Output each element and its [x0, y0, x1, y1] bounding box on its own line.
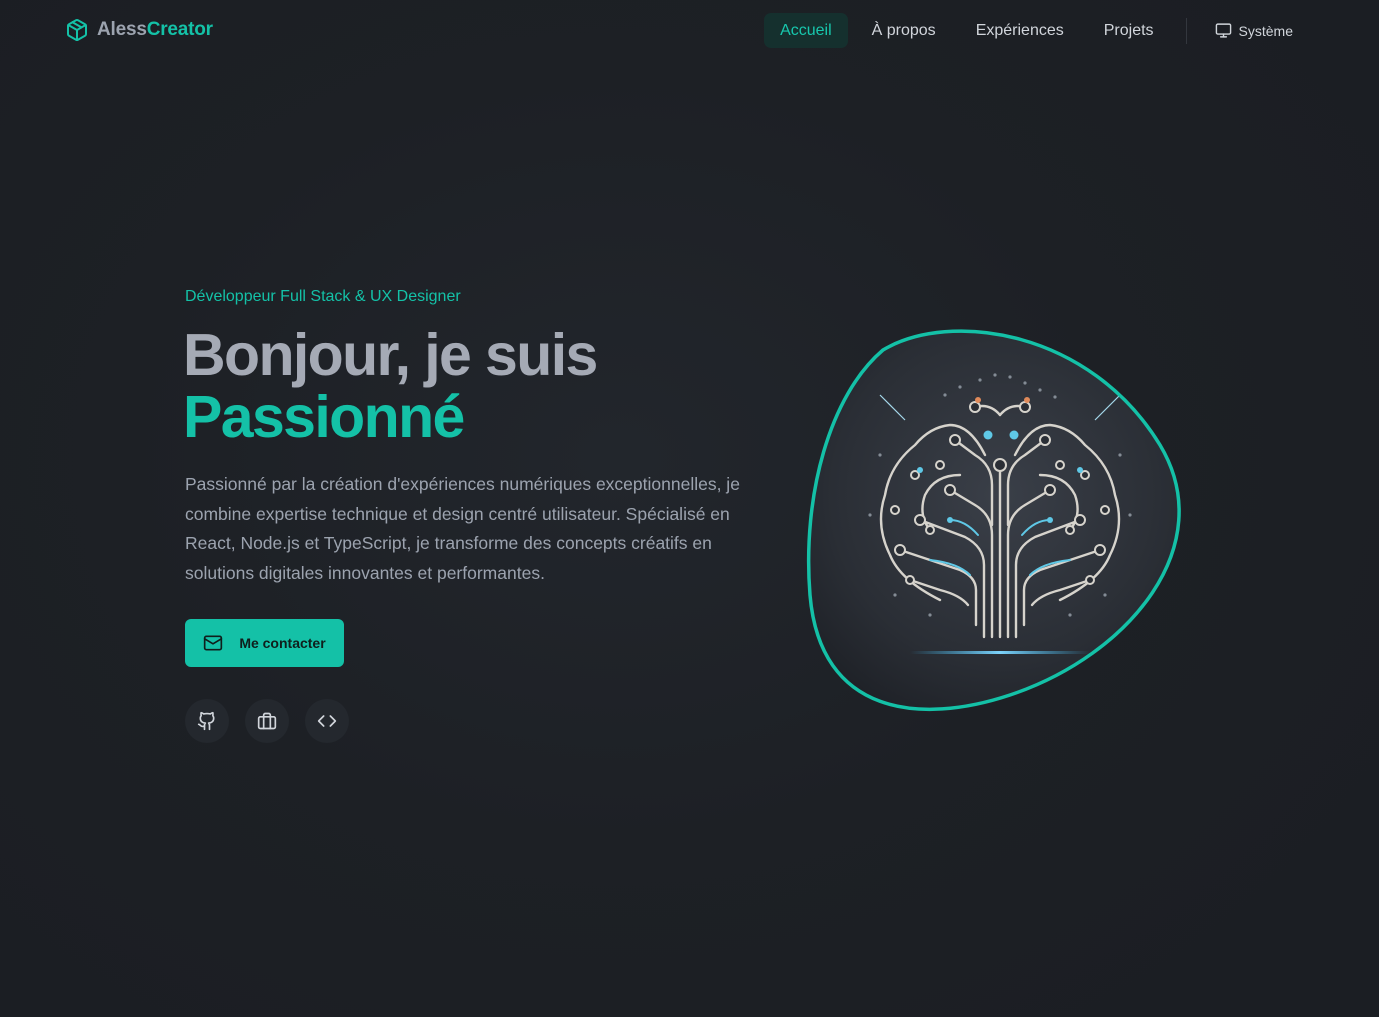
brand-logo[interactable]: AlessCreator — [65, 18, 213, 42]
brand-name-part1: Aless — [97, 19, 147, 40]
nav-item-accueil[interactable]: Accueil — [764, 13, 848, 48]
hero-title: Bonjour, je suis Passionné — [183, 322, 598, 450]
nav-item-projets[interactable]: Projets — [1088, 13, 1170, 48]
hero-title-line1: Bonjour, je suis — [183, 322, 598, 388]
brand-name-part2: Creator — [146, 19, 213, 40]
cube-icon — [67, 19, 87, 41]
portfolio-link[interactable] — [245, 699, 289, 743]
social-links — [185, 699, 349, 743]
github-icon — [197, 711, 215, 731]
main-nav: Accueil À propos Expériences Projets Sys… — [756, 13, 1301, 48]
briefcase-icon — [257, 712, 277, 730]
hero-title-line2: Passionné — [183, 384, 465, 450]
nav-divider — [1185, 17, 1187, 44]
theme-switcher[interactable]: Système — [1207, 16, 1301, 45]
nav-item-experiences[interactable]: Expériences — [960, 13, 1080, 48]
mail-icon — [204, 635, 223, 651]
code-link[interactable] — [305, 699, 349, 743]
contact-button-label: Me contacter — [239, 635, 326, 651]
site-header: AlessCreator Accueil À propos Expérience… — [0, 0, 1379, 62]
hero-description: Passionné par la création d'expériences … — [185, 474, 740, 583]
brand-name: AlessCreator — [97, 19, 213, 41]
github-link[interactable] — [185, 699, 229, 743]
nav-item-a-propos[interactable]: À propos — [856, 13, 952, 48]
code-icon — [317, 715, 337, 727]
contact-button[interactable]: Me contacter — [185, 619, 344, 667]
hero-subtitle: Développeur Full Stack & UX Designer — [185, 288, 461, 305]
monitor-icon — [1215, 23, 1231, 38]
hero-image — [800, 315, 1200, 715]
circuit-brain-illustration — [806, 329, 1181, 711]
theme-label: Système — [1238, 22, 1293, 39]
